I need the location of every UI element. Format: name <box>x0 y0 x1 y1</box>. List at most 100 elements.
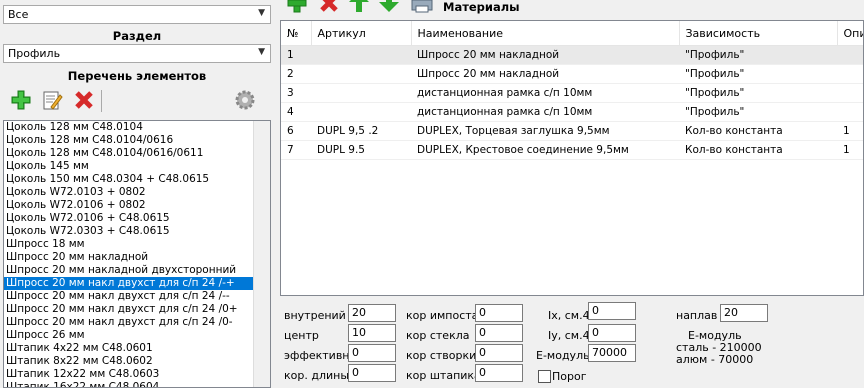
plus-icon[interactable] <box>286 0 308 14</box>
list-item[interactable]: Цоколь 150 мм C48.0304 + C48.0615 <box>4 173 270 186</box>
table-cell[interactable] <box>837 83 863 103</box>
table-cell[interactable] <box>837 102 863 122</box>
table-cell[interactable]: Кол-во константа <box>679 140 837 160</box>
col-number[interactable]: № <box>281 21 312 46</box>
printer-icon[interactable] <box>410 0 434 14</box>
table-cell[interactable]: 6 <box>281 121 311 141</box>
list-item[interactable]: Шпросс 20 мм накл двухст для с/п 24 /-- <box>4 290 270 303</box>
list-item[interactable]: Шпросс 20 мм накладной двухсторонний <box>4 264 270 277</box>
iy-label: Iy, см.4 <box>548 329 590 342</box>
table-cell[interactable] <box>311 64 411 84</box>
kor-imposta-field[interactable]: 0 <box>475 304 523 322</box>
list-item[interactable]: Цоколь 128 мм C48.0104/0616/0611 <box>4 147 270 160</box>
table-cell[interactable]: "Профиль" <box>679 64 837 84</box>
kor-stvorki-field[interactable]: 0 <box>475 344 523 362</box>
iy-field[interactable]: 0 <box>588 324 636 342</box>
list-item[interactable]: Цоколь W72.0106 + C48.0615 <box>4 212 270 225</box>
list-item[interactable]: Шпросс 26 мм <box>4 329 270 342</box>
col-dependency[interactable]: Зависимость <box>679 21 838 46</box>
list-item[interactable]: Цоколь W72.0303 + C48.0615 <box>4 225 270 238</box>
vnutr-field[interactable]: 20 <box>348 304 396 322</box>
naplav-field[interactable]: 20 <box>720 304 768 322</box>
ix-field[interactable]: 0 <box>588 302 636 320</box>
arrow-up-icon[interactable] <box>348 0 370 14</box>
list-item[interactable]: Штапик 12x22 мм C48.0603 <box>4 368 270 381</box>
table-cell[interactable] <box>311 45 411 65</box>
list-item[interactable]: Штапик 8x22 мм C48.0602 <box>4 355 270 368</box>
table-cell[interactable]: DUPL 9.5 <box>311 140 411 160</box>
table-row[interactable]: 2 Шпросс 20 мм накладной "Профиль" <box>281 64 863 84</box>
table-cell[interactable]: Шпросс 20 мм накладной <box>411 45 679 65</box>
elements-list[interactable]: Цоколь 128 мм C48.0104 Цоколь 128 мм C48.… <box>3 120 271 388</box>
table-cell[interactable] <box>837 64 863 84</box>
kor-dliny-field[interactable]: 0 <box>348 364 396 382</box>
filter-combo-value: Все <box>8 8 29 21</box>
table-row[interactable]: 4 дистанционная рамка с/п 10мм "Профиль" <box>281 102 863 122</box>
table-row[interactable]: 1 Шпросс 20 мм накладной "Профиль" <box>281 45 863 65</box>
table-cell[interactable]: 1 <box>837 140 863 160</box>
list-item[interactable]: Цоколь 145 мм <box>4 160 270 173</box>
col-article[interactable]: Артикул <box>311 21 412 46</box>
arrow-down-icon[interactable] <box>378 0 400 14</box>
list-item[interactable]: Штапик 4x22 мм C48.0601 <box>4 342 270 355</box>
list-item[interactable]: Шпросс 20 мм накл двухст для с/п 24 /-+ <box>4 277 270 290</box>
table-cell[interactable]: "Профиль" <box>679 102 837 122</box>
materials-toolbar <box>282 0 462 14</box>
list-item[interactable]: Шпросс 18 мм <box>4 238 270 251</box>
table-cell[interactable]: 3 <box>281 83 311 103</box>
table-cell[interactable]: 4 <box>281 102 311 122</box>
list-item[interactable]: Цоколь W72.0106 + 0802 <box>4 199 270 212</box>
materials-grid[interactable]: № Артикул Наименование Зависимость Опи 1… <box>280 20 864 296</box>
edit-element-button[interactable] <box>40 88 64 112</box>
kor-shtapika-field[interactable]: 0 <box>475 364 523 382</box>
filter-combo[interactable]: Все ▼ <box>3 5 271 24</box>
delete-element-button[interactable] <box>72 88 96 112</box>
chevron-down-icon: ▼ <box>258 8 265 18</box>
table-row[interactable]: 7 DUPL 9.5 DUPLEX, Крестовое соединение 9,… <box>281 140 863 160</box>
kor-stekla-field[interactable]: 0 <box>475 324 523 342</box>
table-cell[interactable]: дистанционная рамка с/п 10мм <box>411 102 679 122</box>
effektiv-field[interactable]: 0 <box>348 344 396 362</box>
table-row[interactable]: 3 дистанционная рамка с/п 10мм "Профиль" <box>281 83 863 103</box>
kor-dliny-label: кор. длины <box>284 369 350 382</box>
list-item[interactable]: Шпросс 20 мм накл двухст для с/п 24 /0- <box>4 316 270 329</box>
section-combo[interactable]: Профиль ▼ <box>3 44 271 63</box>
table-cell[interactable]: "Профиль" <box>679 45 837 65</box>
table-cell[interactable]: 2 <box>281 64 311 84</box>
delete-icon[interactable] <box>318 0 340 14</box>
table-cell[interactable]: Кол-во константа <box>679 121 837 141</box>
table-cell[interactable]: DUPLEX, Крестовое соединение 9,5мм <box>411 140 679 160</box>
table-cell[interactable]: DUPLEX, Торцевая заглушка 9,5мм <box>411 121 679 141</box>
list-item[interactable]: Шпросс 20 мм накл двухст для с/п 24 /0+ <box>4 303 270 316</box>
table-cell[interactable]: Шпросс 20 мм накладной <box>411 64 679 84</box>
effektiv-label: эффективн <box>284 349 350 362</box>
table-cell[interactable]: DUPL 9,5 .2 <box>311 121 411 141</box>
list-item[interactable]: Цоколь 128 мм C48.0104/0616 <box>4 134 270 147</box>
table-cell[interactable] <box>311 102 411 122</box>
table-row[interactable]: 6 DUPL 9,5 .2 DUPLEX, Торцевая заглушка 9,… <box>281 121 863 141</box>
table-cell[interactable] <box>837 45 863 65</box>
table-cell[interactable]: 1 <box>837 121 863 141</box>
list-item[interactable]: Штапик 16x22 мм C48.0604 <box>4 381 270 387</box>
toolbar-separator <box>101 90 102 112</box>
table-cell[interactable]: 7 <box>281 140 311 160</box>
porog-label: Порог <box>552 370 587 383</box>
emod-field[interactable]: 70000 <box>588 344 636 362</box>
col-description[interactable]: Опи <box>837 21 863 46</box>
add-element-button[interactable] <box>9 88 33 112</box>
settings-button[interactable] <box>233 88 257 112</box>
table-cell[interactable] <box>311 83 411 103</box>
emod-label: Е-модуль <box>536 349 590 362</box>
kor-imposta-label: кор импоста <box>406 309 479 322</box>
centr-field[interactable]: 10 <box>348 324 396 342</box>
list-item[interactable]: Цоколь W72.0103 + 0802 <box>4 186 270 199</box>
table-cell[interactable]: 1 <box>281 45 311 65</box>
list-item[interactable]: Шпросс 20 мм накладной <box>4 251 270 264</box>
table-cell[interactable]: "Профиль" <box>679 83 837 103</box>
table-cell[interactable]: дистанционная рамка с/п 10мм <box>411 83 679 103</box>
scrollbar[interactable] <box>253 121 270 387</box>
emod-info-alu: алюм - 70000 <box>676 353 754 366</box>
kor-stvorki-label: кор створки <box>406 349 477 362</box>
porog-checkbox[interactable] <box>538 370 551 383</box>
list-item[interactable]: Цоколь 128 мм C48.0104 <box>4 121 270 134</box>
